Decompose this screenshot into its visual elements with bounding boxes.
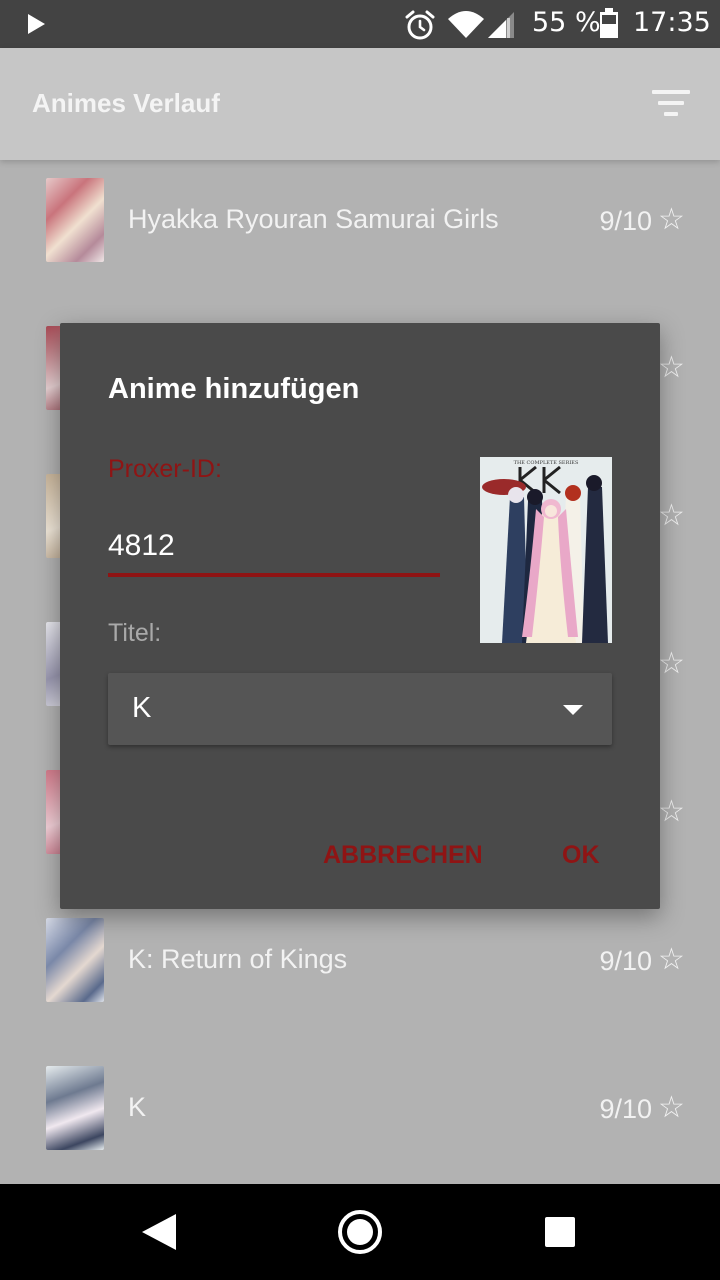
anime-cover-image: THE COMPLETE SERIES (480, 457, 612, 643)
star-outline-icon[interactable]: ☆ (658, 942, 685, 977)
status-bar: 55 % 17:35 (0, 0, 720, 48)
star-outline-icon[interactable]: ☆ (658, 1090, 685, 1125)
navigation-bar (0, 1184, 720, 1280)
list-item-title: Hyakka Ryouran Samurai Girls (128, 204, 499, 234)
signal-icon (488, 12, 514, 38)
list-item-title: K: Return of Kings (128, 944, 348, 974)
star-outline-icon[interactable]: ☆ (658, 498, 685, 533)
ok-button[interactable]: OK (562, 841, 600, 870)
add-anime-dialog: Anime hinzufügen Proxer-ID: THE COMPLETE… (60, 323, 660, 909)
list-item[interactable]: Hyakka Ryouran Samurai Girls 9/10 ☆ (0, 160, 720, 280)
thumbnail (46, 918, 104, 1002)
list-item[interactable]: K: Return of Kings 9/10 ☆ (0, 900, 720, 1020)
thumbnail (46, 178, 104, 262)
svg-text:THE COMPLETE SERIES: THE COMPLETE SERIES (514, 460, 579, 466)
star-outline-icon[interactable]: ☆ (658, 646, 685, 681)
list-item-rating: 9/10 (599, 206, 652, 236)
play-icon (28, 14, 45, 34)
dialog-title: Anime hinzufügen (108, 373, 360, 405)
battery-icon (600, 8, 618, 38)
star-outline-icon[interactable]: ☆ (658, 202, 685, 237)
dropdown-arrow-icon (563, 705, 583, 715)
clock: 17:35 (633, 7, 711, 38)
wifi-icon (448, 11, 484, 38)
title-label: Titel: (108, 619, 162, 647)
filter-list-icon[interactable] (652, 88, 692, 118)
thumbnail (46, 1066, 104, 1150)
proxer-id-label: Proxer-ID: (108, 455, 222, 483)
cancel-button[interactable]: ABBRECHEN (323, 841, 483, 870)
title-dropdown-value: K (132, 692, 152, 724)
battery-percent: 55 % (532, 7, 601, 38)
app-bar: Animes Verlauf (0, 48, 720, 160)
list-item-rating: 9/10 (599, 1094, 652, 1124)
star-outline-icon[interactable]: ☆ (658, 794, 685, 829)
list-item[interactable]: K 9/10 ☆ (0, 1048, 720, 1168)
page-title: Animes Verlauf (32, 88, 220, 118)
list-item-rating: 9/10 (599, 946, 652, 976)
alarm-icon (405, 10, 435, 40)
recents-icon[interactable] (545, 1217, 575, 1247)
back-icon[interactable] (142, 1214, 176, 1250)
home-icon[interactable] (338, 1210, 382, 1254)
proxer-id-input[interactable] (108, 519, 440, 577)
list-item-title: K (128, 1092, 147, 1122)
title-dropdown[interactable]: K (108, 673, 612, 745)
star-outline-icon[interactable]: ☆ (658, 350, 685, 385)
